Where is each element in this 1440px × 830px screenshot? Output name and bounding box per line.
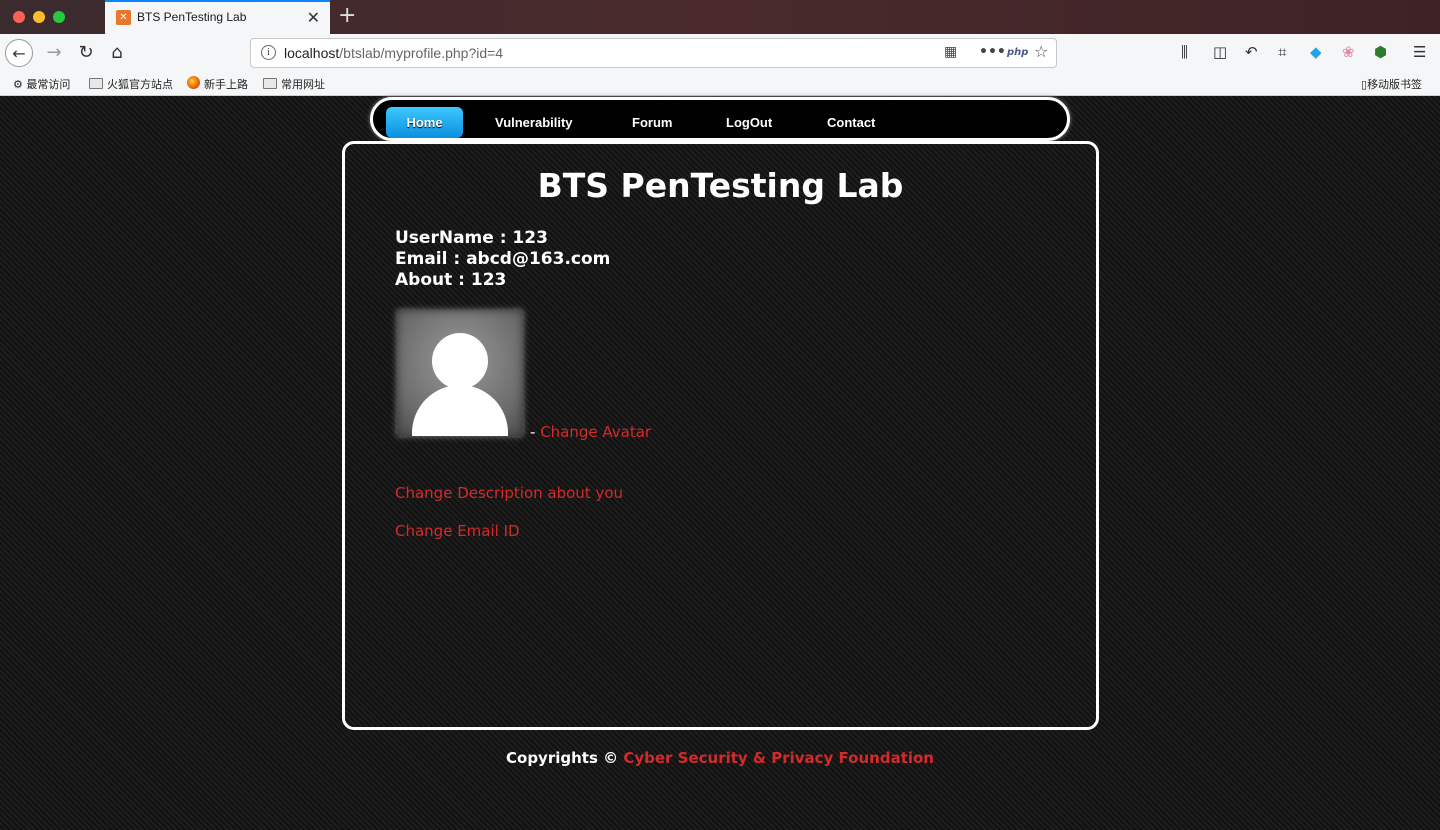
new-tab-button[interactable]: + [338,3,356,28]
bookmark-star-icon[interactable]: ☆ [1034,42,1048,61]
profile-username: UserName : 123 [395,228,548,248]
menu-hamburger-icon[interactable]: ☰ [1413,43,1426,61]
bookmark-getting-started[interactable]: 新手上路 [187,76,248,92]
bookmark-label: 最常访问 [26,78,71,91]
back-arrow-icon[interactable]: ← [5,39,33,67]
folder-icon [89,78,103,89]
xampp-favicon-icon: ✕ [116,10,131,25]
browser-tab[interactable]: ✕ BTS PenTesting Lab ✕ [105,0,330,34]
window-minimize-button[interactable] [33,11,45,23]
library-icon[interactable]: ⫼ [1181,43,1188,61]
change-avatar-row: - Change Avatar [530,423,651,441]
page-body: Home Vulnerability Forum LogOut Contact … [0,96,1440,830]
reload-icon[interactable]: ↻ [72,39,100,67]
browser-titlebar: ✕ BTS PenTesting Lab ✕ + [0,0,1440,34]
bookmark-most-visited[interactable]: ⚙ 最常访问 [13,76,70,92]
url-bar[interactable]: i localhost/btslab/myprofile.php?id=4 ▦ … [250,38,1057,68]
gear-icon: ⚙ [13,78,23,91]
menu-item-logout[interactable]: LogOut [726,107,772,138]
avatar-body [412,385,508,436]
extension-pink-icon[interactable]: ❀ [1342,43,1355,61]
profile-about: About : 123 [395,270,507,290]
menu-item-contact[interactable]: Contact [827,107,875,138]
url-host: localhost [284,45,340,61]
menu-item-vulnerability[interactable]: Vulnerability [495,107,573,138]
folder-icon [263,78,277,89]
avatar-separator: - [530,423,541,441]
extension-blue-icon[interactable]: ◆ [1310,43,1322,61]
tab-close-icon[interactable]: ✕ [307,8,320,27]
site-info-icon[interactable]: i [261,45,276,60]
profile-content-box: BTS PenTesting Lab UserName : 123 Email … [342,141,1099,730]
page-title: BTS PenTesting Lab [537,166,904,205]
url-text[interactable]: localhost/btslab/myprofile.php?id=4 [284,45,503,61]
profile-email: Email : abcd@163.com [395,249,611,269]
tab-title: BTS PenTesting Lab [137,10,247,24]
bookmark-label: 新手上路 [204,78,248,91]
bookmark-firefox-official[interactable]: 火狐官方站点 [89,76,173,92]
menu-item-home[interactable]: Home [386,107,463,138]
bookmarks-toolbar: ⚙ 最常访问 火狐官方站点 新手上路 常用网址 ▯移动版书签 [0,72,1440,96]
window-close-button[interactable] [13,11,25,23]
menu-item-forum[interactable]: Forum [632,107,672,138]
forward-arrow-icon[interactable]: → [40,39,68,67]
bookmark-common-sites[interactable]: 常用网址 [263,76,325,92]
change-email-link[interactable]: Change Email ID [395,522,520,540]
php-extension-icon[interactable]: php [1007,47,1028,58]
change-description-link[interactable]: Change Description about you [395,484,623,502]
qr-code-icon[interactable]: ▦ [944,44,957,60]
avatar [397,310,523,436]
url-path: /btslab/myprofile.php?id=4 [339,45,504,61]
sidebar-icon[interactable]: ◫ [1213,43,1227,61]
footer: Copyrights © Cyber Security & Privacy Fo… [0,749,1440,767]
crop-screenshot-icon[interactable]: ⌗ [1278,43,1286,61]
page-actions-icon[interactable]: ••• [979,44,1006,60]
window-maximize-button[interactable] [53,11,65,23]
bookmark-label: 移动版书签 [1367,78,1423,91]
extension-green-shield-icon[interactable]: ⬢ [1374,43,1387,61]
undo-icon[interactable]: ↶ [1245,43,1258,61]
bookmark-label: 火狐官方站点 [107,78,173,91]
main-menu: Home Vulnerability Forum LogOut Contact [370,97,1070,141]
firefox-icon [187,76,200,89]
footer-copyright: Copyrights © [506,749,624,767]
avatar-head [432,333,488,389]
bookmark-label: 常用网址 [281,78,325,91]
bookmark-mobile[interactable]: ▯移动版书签 [1361,76,1422,92]
footer-org-link[interactable]: Cyber Security & Privacy Foundation [623,749,934,767]
change-avatar-link[interactable]: Change Avatar [540,423,651,441]
home-icon[interactable]: ⌂ [103,39,131,67]
browser-navbar: ← → ↻ ⌂ i localhost/btslab/myprofile.php… [0,34,1440,72]
